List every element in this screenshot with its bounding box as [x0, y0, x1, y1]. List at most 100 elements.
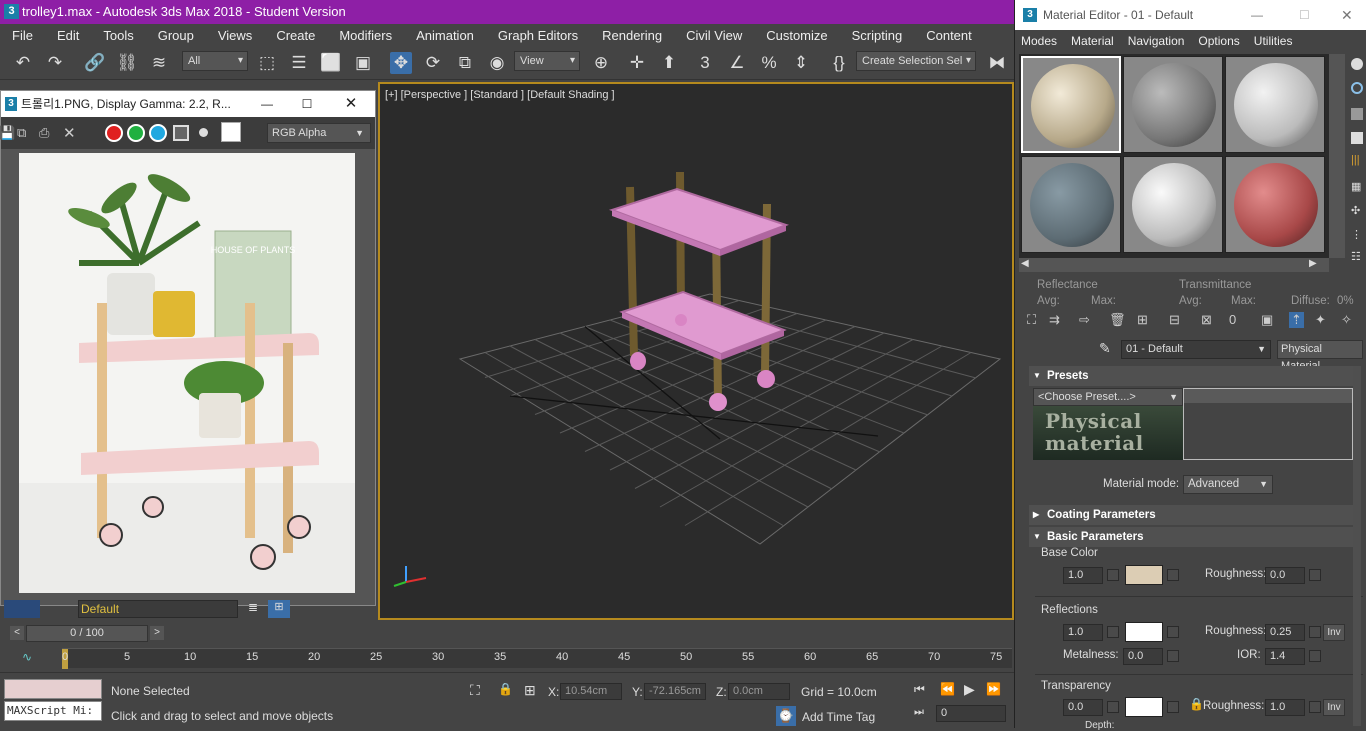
reset-map-icon[interactable]: 🗑: [1109, 312, 1126, 328]
assign-to-selection-icon[interactable]: ⇨: [1079, 312, 1090, 328]
menu-civil-view[interactable]: Civil View: [674, 28, 754, 43]
material-type-button[interactable]: Physical Material: [1277, 340, 1363, 372]
ior-map-button[interactable]: [1309, 650, 1321, 662]
sample-slot-6[interactable]: [1225, 156, 1325, 253]
slots-horizontal-scrollbar[interactable]: ◀ ▶: [1019, 258, 1329, 272]
edit-named-selection-icon[interactable]: {}: [828, 52, 850, 74]
minimize-icon[interactable]: —: [257, 91, 277, 117]
perspective-viewport[interactable]: [+] [Perspective ] [Standard ] [Default …: [378, 82, 1014, 620]
menu-file[interactable]: File: [0, 28, 45, 43]
material-name-field[interactable]: 01 - Default ▼: [1121, 340, 1271, 359]
base-color-swatch[interactable]: [1125, 565, 1163, 585]
y-coord-field[interactable]: -72.165cm: [644, 683, 706, 700]
sample-slot-5[interactable]: [1123, 156, 1223, 253]
maximize-icon[interactable]: ☐: [1299, 0, 1310, 30]
base-weight-spinner[interactable]: 1.0: [1063, 567, 1103, 584]
print-image-icon[interactable]: ⎙: [39, 125, 49, 141]
percent-snap-icon[interactable]: %: [758, 52, 780, 74]
copy-image-icon[interactable]: ⧉: [17, 125, 26, 141]
menu-tools[interactable]: Tools: [91, 28, 145, 43]
undo-icon[interactable]: ↶: [12, 52, 34, 74]
menu-animation[interactable]: Animation: [404, 28, 486, 43]
show-map-icon[interactable]: 0: [1229, 312, 1236, 327]
sample-slot-2[interactable]: [1123, 56, 1223, 153]
minimize-icon[interactable]: —: [1251, 0, 1263, 30]
transparency-weight-spinner[interactable]: 0.0: [1063, 699, 1103, 716]
time-slider-prev-button[interactable]: <: [10, 626, 24, 640]
reference-coordinate-dropdown[interactable]: View: [514, 51, 580, 71]
reflection-inv-button[interactable]: Inv: [1323, 624, 1345, 641]
keyboard-shortcut-override-icon[interactable]: ⬆: [658, 52, 680, 74]
menu-views[interactable]: Views: [206, 28, 264, 43]
previous-frame-icon[interactable]: ⏪: [940, 682, 955, 696]
pivot-center-icon[interactable]: ⊕: [590, 52, 612, 74]
menu-graph-editors[interactable]: Graph Editors: [486, 28, 590, 43]
sample-slot-3[interactable]: [1225, 56, 1325, 153]
maxscript-mini-listener[interactable]: MAXScript Mi:: [4, 701, 102, 721]
presets-rollout-header[interactable]: Presets: [1029, 366, 1359, 386]
metalness-map-button[interactable]: [1167, 650, 1179, 662]
curve-editor-icon[interactable]: ∿: [22, 650, 32, 664]
selection-lock-icon[interactable]: 🔒: [498, 682, 513, 696]
absolute-mode-icon[interactable]: ⊞: [524, 682, 536, 699]
time-slider-next-button[interactable]: >: [150, 626, 164, 640]
sample-slot-4[interactable]: [1021, 156, 1121, 253]
menu-options[interactable]: Options: [1192, 34, 1247, 48]
transparency-color-map-button[interactable]: [1167, 701, 1179, 713]
angle-snap-icon[interactable]: ∠: [726, 52, 748, 74]
snaps-toggle-icon[interactable]: 3: [694, 52, 716, 74]
sample-type-icon[interactable]: [1351, 58, 1363, 70]
red-channel-icon[interactable]: [105, 124, 123, 142]
menu-rendering[interactable]: Rendering: [590, 28, 674, 43]
scroll-left-icon[interactable]: ◀: [1021, 258, 1029, 269]
background-color-swatch[interactable]: [221, 122, 241, 142]
basic-parameters-rollout-header[interactable]: Basic Parameters: [1029, 527, 1359, 547]
alpha-channel-icon[interactable]: [173, 125, 189, 141]
channel-display-dropdown[interactable]: RGB Alpha ▼: [267, 123, 371, 143]
spinner-snap-icon[interactable]: ⇕: [790, 52, 812, 74]
menu-content[interactable]: Content: [914, 28, 984, 43]
clear-image-icon[interactable]: ✕: [63, 124, 76, 142]
menu-customize[interactable]: Customize: [754, 28, 839, 43]
menu-modifiers[interactable]: Modifiers: [327, 28, 404, 43]
make-preview-icon[interactable]: ▦: [1351, 180, 1361, 193]
select-and-place-icon[interactable]: ◉: [486, 52, 508, 74]
video-color-check-icon[interactable]: |||: [1351, 154, 1360, 166]
select-and-rotate-icon[interactable]: ⟳: [422, 52, 444, 74]
put-to-scene-icon[interactable]: ⇉: [1049, 312, 1060, 328]
ior-spinner[interactable]: 1.4: [1265, 648, 1305, 665]
menu-create[interactable]: Create: [264, 28, 327, 43]
show-end-result-icon[interactable]: ▣: [1261, 312, 1273, 328]
coating-rollout-header[interactable]: Coating Parameters: [1029, 505, 1359, 525]
play-icon[interactable]: ▶: [964, 681, 975, 698]
unlink-icon[interactable]: ⛓: [116, 52, 138, 74]
select-manipulate-icon[interactable]: ✛: [626, 52, 648, 74]
material-id-icon[interactable]: ⊠: [1201, 312, 1212, 328]
reflection-color-swatch[interactable]: [1125, 622, 1163, 642]
green-channel-icon[interactable]: [127, 124, 145, 142]
scroll-right-icon[interactable]: ▶: [1309, 258, 1317, 269]
reflection-roughness-spinner[interactable]: 0.25: [1265, 624, 1305, 641]
menu-material[interactable]: Material: [1065, 34, 1122, 48]
menu-scripting[interactable]: Scripting: [840, 28, 915, 43]
material-mode-dropdown[interactable]: Advanced ▼: [1183, 475, 1273, 494]
eyedropper-icon[interactable]: ✎: [1099, 340, 1111, 357]
background-icon[interactable]: [1351, 108, 1363, 120]
time-tag-icon[interactable]: ⌚: [776, 706, 796, 726]
time-slider[interactable]: 0 / 100: [26, 625, 148, 642]
rectangular-selection-icon[interactable]: ⬜: [320, 52, 342, 74]
layer-stack-icon[interactable]: ≣: [248, 600, 258, 614]
menu-edit[interactable]: Edit: [45, 28, 91, 43]
base-roughness-map-button[interactable]: [1309, 569, 1321, 581]
metalness-spinner[interactable]: 0.0: [1123, 648, 1163, 665]
close-icon[interactable]: ✕: [1341, 0, 1353, 30]
go-to-parent-icon[interactable]: ⇡: [1289, 312, 1304, 328]
menu-group[interactable]: Group: [146, 28, 206, 43]
select-by-material-icon[interactable]: ⋮: [1351, 228, 1362, 241]
go-to-start-icon[interactable]: ⏮: [914, 682, 925, 697]
make-unique-icon[interactable]: ⊞: [1137, 312, 1148, 328]
reflection-weight-spinner[interactable]: 1.0: [1063, 624, 1103, 641]
reflection-color-map-button[interactable]: [1167, 626, 1179, 638]
menu-modes[interactable]: Modes: [1015, 34, 1065, 48]
pick-material-icon[interactable]: ✧: [1341, 312, 1352, 328]
